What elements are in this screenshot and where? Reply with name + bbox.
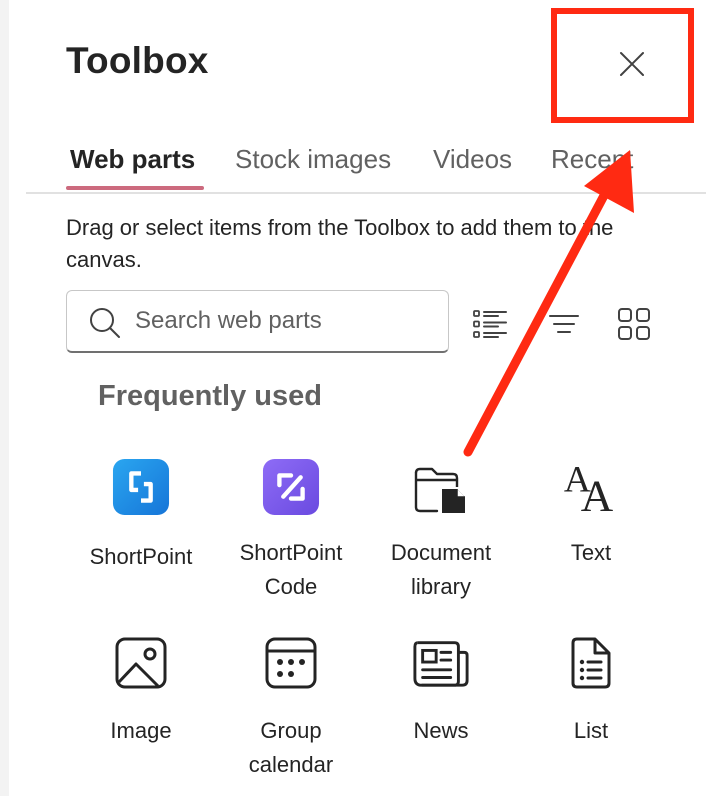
webpart-shortpoint-code[interactable]: ShortPoint Code bbox=[216, 456, 366, 606]
tab-stock-images[interactable]: Stock images bbox=[235, 144, 391, 175]
text-icon: A A bbox=[562, 456, 620, 516]
webpart-document-library[interactable]: Document library bbox=[366, 456, 516, 606]
image-icon bbox=[112, 634, 170, 692]
toolbox-description: Drag or select items from the Toolbox to… bbox=[66, 215, 614, 272]
webpart-text[interactable]: A A Text bbox=[516, 456, 666, 596]
shortpoint-code-logo-icon bbox=[262, 458, 320, 516]
webpart-label: Group calendar bbox=[248, 718, 334, 777]
webpart-shortpoint[interactable]: ShortPoint bbox=[66, 456, 216, 596]
list-view-button[interactable] bbox=[466, 300, 514, 348]
news-icon bbox=[412, 634, 470, 692]
shortpoint-logo-icon bbox=[112, 458, 170, 516]
document-library-icon bbox=[412, 460, 470, 518]
webpart-label: Text bbox=[570, 540, 612, 565]
sort-icon bbox=[549, 315, 579, 333]
webpart-label: Image bbox=[110, 718, 172, 743]
active-tab-indicator bbox=[66, 186, 204, 190]
webpart-label: ShortPoint Code bbox=[239, 540, 343, 599]
webpart-news[interactable]: News bbox=[366, 634, 516, 754]
webpart-label: News bbox=[413, 718, 469, 743]
search-box[interactable] bbox=[66, 290, 449, 353]
panel-title: Toolbox bbox=[66, 40, 209, 81]
tab-recent[interactable]: Recent bbox=[551, 144, 633, 175]
grid-view-button[interactable] bbox=[610, 300, 658, 348]
webpart-label: Document library bbox=[390, 540, 492, 599]
tab-videos[interactable]: Videos bbox=[433, 144, 512, 175]
webpart-label: List bbox=[573, 718, 609, 743]
list-icon bbox=[562, 634, 620, 692]
group-calendar-icon bbox=[262, 634, 320, 692]
tab-web-parts[interactable]: Web parts bbox=[70, 144, 195, 175]
tab-bar: Web parts Stock images Videos Recent bbox=[26, 140, 706, 194]
list-view-icon bbox=[473, 310, 507, 338]
close-button[interactable] bbox=[598, 32, 666, 96]
close-icon bbox=[620, 52, 644, 76]
svg-text:A: A bbox=[581, 470, 614, 516]
webpart-image[interactable]: Image bbox=[66, 634, 216, 754]
search-input[interactable] bbox=[135, 301, 435, 341]
webpart-list[interactable]: List bbox=[516, 634, 666, 754]
webpart-group-calendar[interactable]: Group calendar bbox=[216, 634, 366, 784]
search-icon bbox=[90, 308, 120, 338]
sort-button[interactable] bbox=[540, 300, 588, 348]
section-heading-frequently-used: Frequently used bbox=[98, 380, 322, 412]
left-edge-divider bbox=[0, 0, 9, 796]
webpart-label: ShortPoint bbox=[89, 544, 193, 569]
grid-view-icon bbox=[618, 308, 650, 340]
